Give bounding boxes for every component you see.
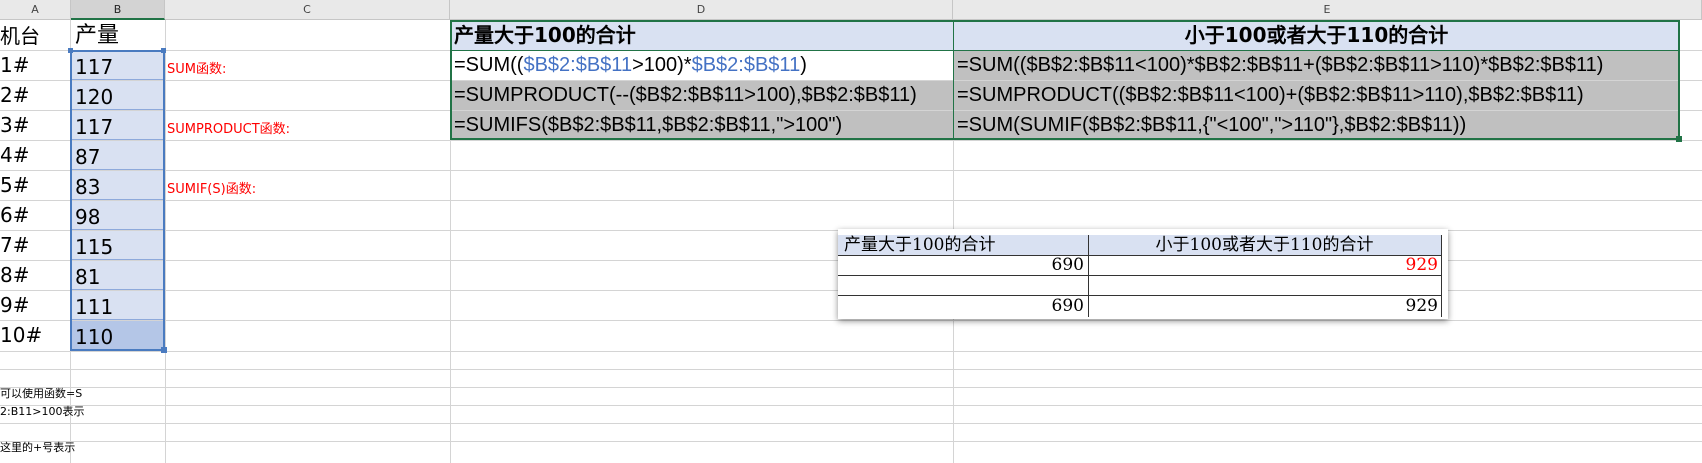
cell-a8[interactable]: 7# — [0, 231, 70, 260]
note-3[interactable]: 这里的+号表示 — [0, 439, 75, 455]
cell-a7[interactable]: 6# — [0, 201, 70, 230]
column-header-c[interactable]: C — [165, 0, 450, 20]
cell-a3[interactable]: 2# — [0, 81, 70, 110]
formula-e1[interactable]: =SUM(($B$2:$B$11<100)*$B$2:$B$11+($B$2:$… — [953, 51, 1680, 80]
cell-a2[interactable]: 1# — [0, 51, 70, 80]
table-column-divider — [953, 20, 954, 140]
cell-a10[interactable]: 9# — [0, 291, 70, 320]
label-sumifs[interactable]: SUMIF(S)函数: — [167, 178, 256, 197]
cell-b11[interactable]: 110 — [71, 321, 165, 351]
preview-header-2: 小于100或者大于110的合计 — [1088, 235, 1441, 255]
cell-b4[interactable]: 117 — [71, 111, 165, 140]
table-header-divider — [450, 50, 1680, 51]
cell-b9[interactable]: 81 — [71, 261, 165, 290]
preview-r1-c2: 929 — [1405, 255, 1438, 275]
cell-b5[interactable]: 87 — [71, 141, 165, 170]
formula-d1-part-3: ) — [800, 54, 807, 76]
formula-table: 产量大于100的合计 小于100或者大于110的合计 =SUM(($B$2:$B… — [450, 20, 1682, 142]
formula-e3[interactable]: =SUM(SUMIF($B$2:$B$11,{"<100",">110"},$B… — [953, 111, 1680, 140]
label-sumproduct[interactable]: SUMPRODUCT函数: — [167, 118, 290, 137]
cell-b8[interactable]: 115 — [71, 231, 165, 260]
preview-r3-c1: 690 — [1051, 296, 1084, 316]
header-d[interactable]: 产量大于100的合计 — [450, 20, 953, 50]
selection-handle-top-right[interactable] — [161, 48, 166, 53]
cell-b2[interactable]: 117 — [71, 51, 165, 80]
preview-r2-c2 — [1088, 275, 1438, 295]
formula-d1-ref-1: $B$2:$B$11 — [523, 54, 633, 76]
cell-a1[interactable]: 机台 — [0, 22, 70, 50]
preview-header-1: 产量大于100的合计 — [838, 235, 1088, 255]
preview-r3-c2: 929 — [1405, 296, 1438, 316]
cell-b1[interactable]: 产量 — [71, 21, 165, 50]
column-header-b[interactable]: B — [71, 0, 165, 20]
cell-a11[interactable]: 10# — [0, 321, 70, 350]
cell-a5[interactable]: 4# — [0, 141, 70, 170]
formula-d3[interactable]: =SUMIFS($B$2:$B$11,$B$2:$B$11,">100") — [450, 111, 953, 140]
formula-d2[interactable]: =SUMPRODUCT(--($B$2:$B$11>100),$B$2:$B$1… — [450, 81, 953, 110]
cell-a6[interactable]: 5# — [0, 171, 70, 200]
fill-handle[interactable] — [161, 347, 167, 353]
column-header-e[interactable]: E — [953, 0, 1702, 20]
formula-d1-part-1: =SUM(( — [454, 54, 524, 76]
column-header-a[interactable]: A — [0, 0, 71, 20]
note-2[interactable]: 2:B11>100表示 — [0, 403, 84, 419]
note-1[interactable]: 可以使用函数=S — [0, 385, 82, 401]
preview-r2-c1 — [838, 275, 1084, 295]
formula-d1-ref-2: $B$2:$B$11 — [691, 54, 801, 76]
selection-handle-top[interactable] — [68, 48, 73, 53]
header-e[interactable]: 小于100或者大于110的合计 — [953, 20, 1680, 50]
cell-a4[interactable]: 3# — [0, 111, 70, 140]
cell-b10[interactable]: 111 — [71, 291, 165, 320]
label-sum[interactable]: SUM函数: — [167, 58, 226, 77]
cell-b7[interactable]: 98 — [71, 201, 165, 230]
table-fill-handle[interactable] — [1676, 136, 1682, 142]
formula-d1-part-2: >100)* — [632, 54, 692, 76]
cell-a9[interactable]: 8# — [0, 261, 70, 290]
formula-d1[interactable]: =SUM(($B$2:$B$11>100)*$B$2:$B$11) — [450, 51, 953, 80]
formula-e2[interactable]: =SUMPRODUCT(($B$2:$B$11<100)+($B$2:$B$11… — [953, 81, 1680, 110]
cell-b6[interactable]: 83 — [71, 171, 165, 200]
preview-r1-c1: 690 — [1051, 255, 1084, 275]
result-preview-panel[interactable]: 产量大于100的合计 小于100或者大于110的合计 690 929 690 9… — [838, 229, 1448, 319]
preview-divider-right — [1441, 235, 1442, 317]
column-header-d[interactable]: D — [450, 0, 953, 20]
cell-b3[interactable]: 120 — [71, 81, 165, 110]
